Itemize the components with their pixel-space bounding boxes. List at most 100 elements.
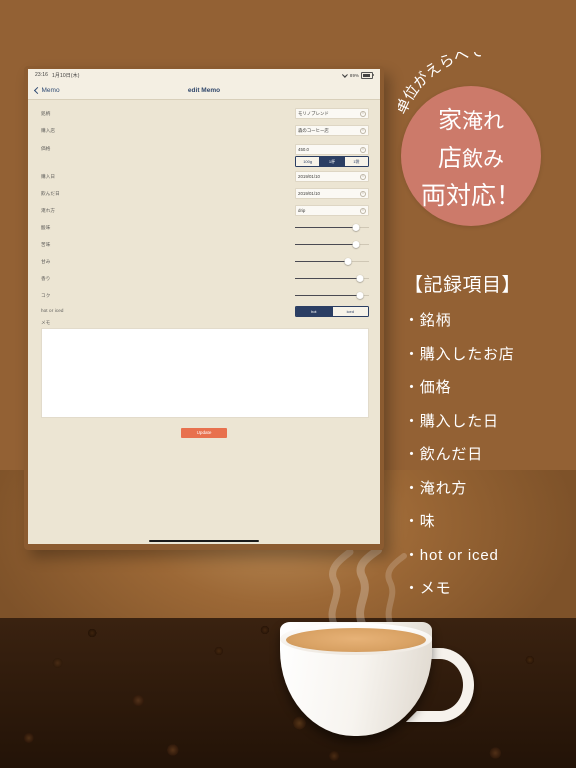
label-aroma: 香り — [41, 275, 51, 281]
label-brand: 銘柄 — [41, 110, 51, 116]
acidity-slider[interactable] — [295, 223, 369, 233]
status-date: 1月10日(木) — [52, 73, 80, 79]
brew-method-input[interactable]: drip ✕ — [295, 205, 369, 216]
slider-knob[interactable] — [356, 275, 364, 282]
home-indicator — [149, 539, 259, 542]
update-button[interactable]: Update — [181, 427, 227, 438]
unit-option-cup[interactable]: 1杯 — [320, 157, 345, 166]
label-body: コク — [41, 292, 51, 298]
control-price: 450.0 ✕ 100g 1杯 1袋 — [295, 144, 369, 167]
control-aroma — [295, 274, 369, 284]
hot-iced-segmented-control[interactable]: hot iced — [295, 305, 369, 317]
feature-item-shop: ・購入したお店 — [404, 345, 515, 363]
memo-textarea[interactable] — [41, 327, 369, 418]
field-row-bitterness: 苦味 — [41, 236, 369, 253]
sweetness-slider[interactable] — [295, 257, 369, 267]
control-acidity — [295, 223, 369, 233]
clear-icon[interactable]: ✕ — [360, 190, 366, 197]
feature-item-taste: ・味 — [404, 513, 436, 530]
slider-knob[interactable] — [356, 292, 364, 299]
badge-line-1-kanji: 家 — [438, 107, 462, 134]
badge-line-3: 両対応！ — [420, 182, 521, 210]
label-hot-or-iced: hot or iced — [41, 308, 64, 313]
control-sweetness — [295, 257, 369, 267]
aroma-slider[interactable] — [295, 274, 369, 284]
slider-knob[interactable] — [344, 258, 352, 265]
iced-option[interactable]: iced — [332, 306, 368, 316]
cup-liquid — [286, 628, 426, 652]
unit-segmented-control[interactable]: 100g 1杯 1袋 — [295, 156, 369, 167]
status-bar-left: 23:16 1月10日(木) — [35, 72, 80, 79]
label-acidity: 酸味 — [41, 224, 51, 230]
field-row-body: コク — [41, 287, 369, 304]
badge-line-2: 店飲み — [438, 138, 504, 173]
control-bitterness — [295, 240, 369, 250]
feature-list-title: 【記録項目】 — [404, 275, 522, 296]
ipad-screen: 23:16 1月10日(木) 89% Memo edit Memo 銘柄 モリノ… — [28, 69, 380, 544]
badge-line-1-rest: 淹れ — [462, 110, 504, 133]
brand-value: モリノブレンド — [298, 110, 329, 116]
price-value: 450.0 — [298, 147, 309, 152]
slider-fill — [295, 244, 356, 245]
badge-line-2-rest: 飲み — [462, 148, 504, 171]
slider-knob[interactable] — [352, 241, 360, 248]
feature-item-brand: ・銘柄 — [404, 312, 452, 329]
slider-fill — [295, 278, 361, 279]
field-row-acidity: 酸味 — [41, 219, 369, 236]
bitterness-slider[interactable] — [295, 240, 369, 250]
price-input[interactable]: 450.0 ✕ — [295, 144, 369, 155]
hot-option[interactable]: hot — [296, 306, 333, 316]
drink-date-value: 2019/01/10 — [298, 191, 320, 196]
edit-memo-form: 銘柄 モリノブレンド ✕ 購入店 森のコーヒー店 ✕ 価格 450.0 ✕ 10… — [28, 100, 380, 317]
slider-fill — [295, 261, 349, 262]
badge-line-2-kanji: 店 — [438, 145, 462, 172]
feature-item-purchase-date: ・購入した日 — [404, 412, 499, 430]
feature-badge: 家淹れ 店飲み 両対応！ — [401, 86, 541, 226]
brew-method-value: drip — [298, 208, 306, 213]
clear-icon[interactable]: ✕ — [360, 207, 366, 214]
slider-knob[interactable] — [352, 224, 360, 231]
status-bar: 23:16 1月10日(木) 89% — [28, 69, 380, 82]
body-slider[interactable] — [295, 291, 369, 301]
wifi-icon — [341, 74, 348, 78]
clear-icon[interactable]: ✕ — [360, 127, 366, 134]
field-row-sweetness: 甘み — [41, 253, 369, 270]
label-price: 価格 — [41, 146, 51, 151]
control-brew-method: drip ✕ — [295, 205, 369, 216]
label-purchase-date: 購入日 — [41, 173, 56, 179]
clear-icon[interactable]: ✕ — [360, 173, 366, 180]
feature-item-drink-date: ・飲んだ日 — [404, 446, 484, 463]
status-bar-right: 89% — [341, 72, 374, 79]
drink-date-input[interactable]: 2019/01/10 ✕ — [295, 188, 369, 199]
clear-icon[interactable]: ✕ — [360, 146, 366, 153]
field-row-brew-method: 淹れ方 drip ✕ — [41, 202, 369, 219]
field-row-brand: 銘柄 モリノブレンド ✕ — [41, 105, 369, 122]
label-sweetness: 甘み — [41, 258, 51, 264]
clear-icon[interactable]: ✕ — [360, 110, 366, 117]
update-button-wrap: Update — [28, 427, 380, 438]
unit-option-100g[interactable]: 100g — [296, 157, 321, 166]
unit-option-bag[interactable]: 1袋 — [344, 157, 368, 166]
control-hot-or-iced: hot iced — [295, 305, 369, 317]
field-row-aroma: 香り — [41, 270, 369, 287]
field-row-hot-or-iced: hot or iced hot iced — [41, 304, 369, 317]
control-drink-date: 2019/01/10 ✕ — [295, 188, 369, 199]
purchase-date-input[interactable]: 2019/01/10 ✕ — [295, 171, 369, 182]
badge-line-1: 家淹れ — [438, 100, 504, 135]
slider-fill — [295, 227, 356, 228]
label-memo: メモ — [41, 320, 51, 325]
feature-item-memo: ・メモ — [404, 580, 452, 597]
field-row-purchase-date: 購入日 2019/01/10 ✕ — [41, 168, 369, 185]
ipad-device-frame: 23:16 1月10日(木) 89% Memo edit Memo 銘柄 モリノ… — [24, 66, 384, 550]
battery-percent: 89% — [349, 73, 359, 78]
battery-icon — [361, 72, 374, 79]
purchase-date-value: 2019/01/10 — [298, 174, 320, 179]
feature-item-hot-or-iced: ・hot or iced — [404, 546, 499, 564]
brand-input[interactable]: モリノブレンド ✕ — [295, 108, 369, 119]
slider-fill — [295, 295, 361, 296]
label-brew-method: 淹れ方 — [41, 207, 56, 213]
feature-item-brew-method: ・淹れ方 — [404, 479, 468, 497]
field-row-shop: 購入店 森のコーヒー店 ✕ — [41, 122, 369, 139]
shop-input[interactable]: 森のコーヒー店 ✕ — [295, 125, 369, 136]
coffee-cup — [280, 550, 474, 740]
